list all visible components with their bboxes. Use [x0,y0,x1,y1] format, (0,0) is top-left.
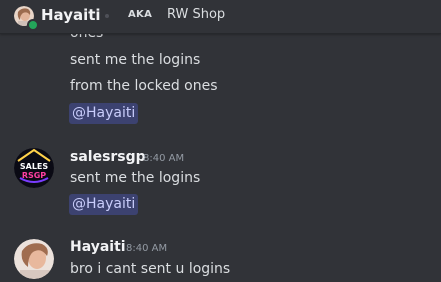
user-mention[interactable]: @Hayaiti [69,194,139,215]
message-text: from the locked ones [70,78,218,94]
message-text: sent me the logins [70,170,201,186]
dm-username[interactable]: Hayaiti [41,6,101,24]
message-text: sent me the logins [70,52,201,68]
chat-view: Hayaiti AKA RW Shop ones sent me the log… [0,0,441,282]
salesrsgp-avatar-icon[interactable]: SALES RSGP [14,148,54,188]
message-timestamp: 8:40 AM [126,243,168,254]
message-author[interactable]: salesrsgp [70,149,146,165]
separator-dot [105,14,109,18]
aka-label: AKA [128,9,153,20]
message-timestamp: 8:40 AM [143,153,185,164]
online-status-icon [27,19,39,31]
avatar-text-bottom: RSGP [22,171,46,180]
message-author[interactable]: Hayaiti [70,239,126,255]
avatar-text-top: SALES [20,162,49,171]
hayaiti-avatar-icon[interactable] [14,239,54,279]
dm-header: Hayaiti AKA RW Shop [0,0,441,34]
user-mention[interactable]: @Hayaiti [69,103,139,124]
message-text: bro i cant sent u logins [70,261,231,277]
alias-name[interactable]: RW Shop [167,7,225,22]
